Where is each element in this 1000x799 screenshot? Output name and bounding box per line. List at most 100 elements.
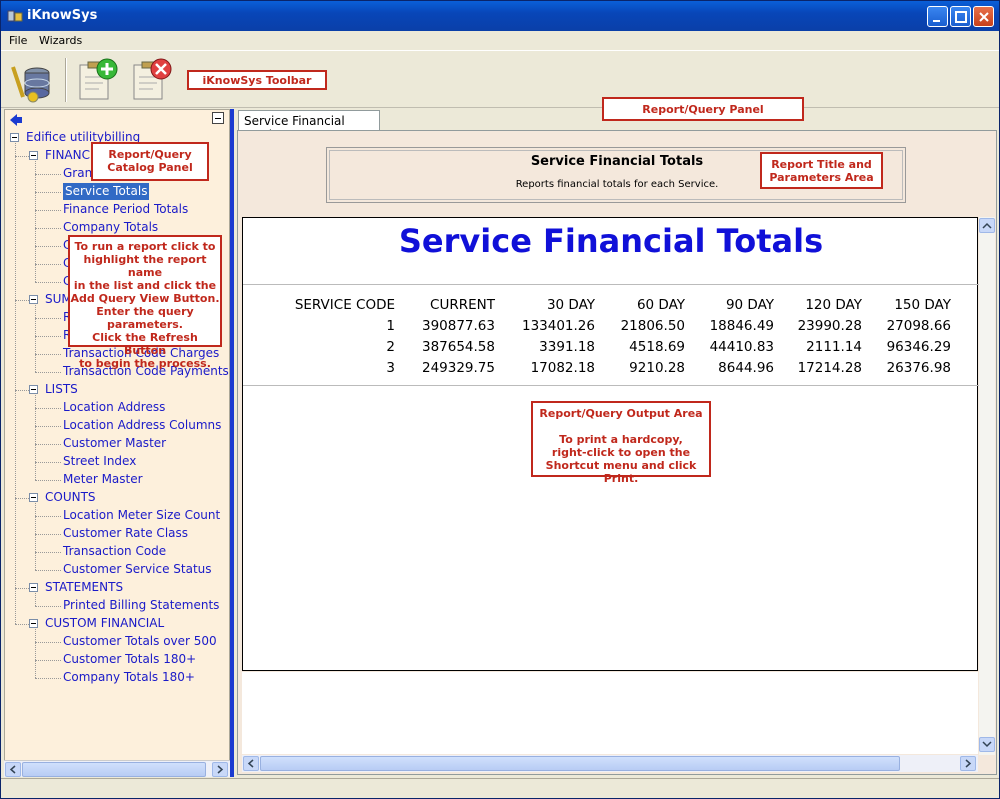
expand-toggle[interactable] <box>29 619 38 628</box>
tree-item[interactable]: Customer Rate Class <box>63 525 188 542</box>
tree-item[interactable]: Customer Totals over 500 <box>63 633 217 650</box>
tree-item[interactable]: Street Index <box>63 453 136 470</box>
toolbar <box>1 52 999 108</box>
callout-line: Report Title and <box>771 158 872 171</box>
table-cell: 3391.18 <box>539 339 595 355</box>
column-header: 30 DAY <box>546 297 595 313</box>
callout-toolbar: iKnowSys Toolbar <box>187 70 327 90</box>
tree-connector <box>35 480 61 481</box>
scroll-right-button[interactable] <box>960 756 976 771</box>
table-cell: 387654.58 <box>421 339 495 355</box>
scroll-up-button[interactable] <box>979 218 995 233</box>
tree-group-lists[interactable]: LISTS <box>45 381 78 398</box>
expand-toggle[interactable] <box>29 151 38 160</box>
maximize-icon <box>955 11 967 23</box>
callout-line: Shortcut menu and click Print. <box>545 459 697 485</box>
column-header: 150 DAY <box>894 297 951 313</box>
callout-instructions: To run a report click to highlight the re… <box>68 235 222 370</box>
report-blank-area <box>242 672 978 754</box>
window-title: iKnowSys <box>27 8 98 23</box>
database-wizard-icon[interactable] <box>9 57 51 103</box>
tree-connector <box>35 629 36 678</box>
column-header: 60 DAY <box>636 297 685 313</box>
tree-item[interactable]: Company Totals 180+ <box>63 669 195 686</box>
report-title: Service Financial Totals <box>398 222 824 260</box>
tree-connector <box>15 156 29 157</box>
tree-connector <box>35 282 61 283</box>
expand-toggle[interactable] <box>29 385 38 394</box>
table-cell: 44410.83 <box>709 339 774 355</box>
maximize-button[interactable] <box>950 6 971 27</box>
title-bar[interactable]: iKnowSys <box>1 1 999 31</box>
back-arrow-icon[interactable] <box>9 113 23 127</box>
tab-service-financial-totals[interactable]: Service Financial Totals <box>238 110 380 142</box>
tree-connector <box>15 300 29 301</box>
tree-item[interactable]: Company Totals <box>63 219 158 236</box>
tree-item[interactable]: Location Address Columns <box>63 417 221 434</box>
table-cell: 21806.50 <box>620 318 685 334</box>
tree-item[interactable]: Printed Billing Statements <box>63 597 219 614</box>
tree-connector <box>35 606 61 607</box>
remove-query-view-icon[interactable] <box>131 57 173 103</box>
tree-item[interactable]: Customer Totals 180+ <box>63 651 196 668</box>
tree-connector <box>15 498 29 499</box>
close-button[interactable] <box>973 6 994 27</box>
report-vertical-scrollbar[interactable] <box>979 217 995 755</box>
chevron-down-icon <box>982 741 992 748</box>
callout-line: Catalog Panel <box>107 161 193 174</box>
column-header: 90 DAY <box>725 297 774 313</box>
tree-connector <box>15 624 29 625</box>
table-cell: 23990.28 <box>797 318 862 334</box>
column-header: SERVICE CODE <box>294 297 395 313</box>
expand-toggle[interactable] <box>10 133 19 142</box>
tree-group-statements[interactable]: STATEMENTS <box>45 579 123 596</box>
table-cell: 9210.28 <box>629 360 685 376</box>
tree-item[interactable]: Location Address <box>63 399 165 416</box>
scroll-down-button[interactable] <box>979 737 995 752</box>
expand-toggle[interactable] <box>29 295 38 304</box>
table-cell: 4518.69 <box>629 339 685 355</box>
scroll-thumb[interactable] <box>260 756 900 771</box>
chevron-left-icon <box>9 765 16 774</box>
tree-connector <box>35 161 36 282</box>
tree-item[interactable]: Service Totals <box>63 183 150 200</box>
report-horizontal-scrollbar[interactable] <box>242 755 978 772</box>
callout-line <box>533 420 709 433</box>
app-window: iKnowSys File Wizards Edifice utilitybil… <box>0 0 1000 799</box>
tree-item[interactable]: Transaction Code <box>63 543 166 560</box>
callout-report-panel: Report/Query Panel <box>602 97 804 121</box>
tree-item[interactable]: Meter Master <box>63 471 143 488</box>
menu-file[interactable]: File <box>9 34 27 47</box>
add-query-view-icon[interactable] <box>77 57 119 103</box>
expand-toggle[interactable] <box>29 583 38 592</box>
status-bar <box>1 778 999 798</box>
callout-line: Click the Refresh Button <box>92 331 198 357</box>
tree-item[interactable]: Customer Service Status <box>63 561 212 578</box>
tree-group-counts[interactable]: COUNTS <box>45 489 96 506</box>
scroll-left-button[interactable] <box>243 756 259 771</box>
tree-connector <box>35 228 61 229</box>
tree-connector <box>35 462 61 463</box>
tree-item[interactable]: Location Meter Size Count <box>63 507 220 524</box>
scroll-right-button[interactable] <box>212 762 228 777</box>
menu-bar: File Wizards <box>1 31 999 51</box>
collapse-panel-button[interactable] <box>212 112 224 124</box>
tree-connector <box>35 534 61 535</box>
scroll-thumb[interactable] <box>22 762 206 777</box>
divider <box>243 284 979 285</box>
minimize-button[interactable] <box>927 6 948 27</box>
callout-line: To print a hardcopy, <box>559 433 683 446</box>
tree-connector <box>35 246 61 247</box>
callout-line: To run a report click to <box>74 240 216 253</box>
tree-group-custom-financial[interactable]: CUSTOM FINANCIAL <box>45 615 164 632</box>
expand-toggle[interactable] <box>29 493 38 502</box>
menu-wizards[interactable]: Wizards <box>39 34 82 47</box>
table-cell: 390877.63 <box>421 318 495 334</box>
scroll-left-button[interactable] <box>5 762 21 777</box>
catalog-horizontal-scrollbar[interactable] <box>4 760 230 777</box>
tree-connector <box>35 372 61 373</box>
tree-item[interactable]: Finance Period Totals <box>63 201 188 218</box>
chevron-right-icon <box>217 765 224 774</box>
table-cell: 249329.75 <box>421 360 495 376</box>
tree-item[interactable]: Customer Master <box>63 435 166 452</box>
